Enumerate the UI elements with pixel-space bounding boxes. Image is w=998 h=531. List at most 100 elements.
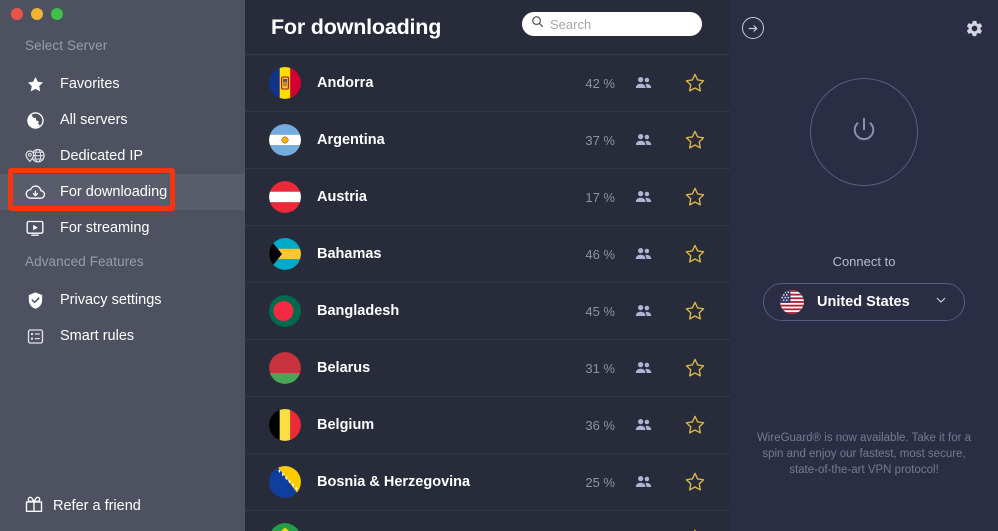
- server-list-panel: For downloading Search Andorra 42 % Arge…: [245, 0, 730, 531]
- server-name: Bangladesh: [317, 303, 400, 319]
- sidebar-item-label: Dedicated IP: [60, 148, 144, 164]
- country-select-dropdown[interactable]: United States: [763, 283, 965, 321]
- flag-belarus: [269, 352, 301, 384]
- server-load: 31 %: [585, 360, 615, 376]
- table-row[interactable]: Bangladesh 45 %: [245, 283, 730, 340]
- power-icon: [849, 115, 879, 150]
- arrow-right-circle-icon[interactable]: [742, 17, 764, 39]
- table-row[interactable]: [245, 511, 730, 531]
- favorite-star-icon[interactable]: [684, 300, 706, 322]
- sidebar-item-for-streaming[interactable]: For streaming: [0, 210, 245, 246]
- cloud-download-icon: [24, 181, 46, 203]
- connect-to-label: Connect to: [832, 254, 896, 269]
- users-icon: [635, 190, 652, 204]
- server-load: 45 %: [585, 303, 615, 319]
- rules-icon: [24, 325, 46, 347]
- server-name: Argentina: [317, 132, 385, 148]
- page-title: For downloading: [271, 14, 442, 39]
- server-load: 17 %: [585, 189, 615, 205]
- sidebar-item-favorites[interactable]: Favorites: [0, 66, 245, 102]
- sidebar-section-select-server: Select Server: [25, 38, 108, 53]
- maximize-button[interactable]: [51, 8, 63, 20]
- table-row[interactable]: Belarus 31 %: [245, 340, 730, 397]
- flag-austria: [269, 181, 301, 213]
- sidebar-item-all-servers[interactable]: All servers: [0, 102, 245, 138]
- globe-icon: [24, 109, 46, 131]
- chevron-down-icon: [934, 293, 948, 312]
- window-traffic-lights: [11, 8, 63, 20]
- sidebar: Select Server Favorites All servers Dedi…: [0, 0, 245, 531]
- refer-a-friend-label: Refer a friend: [53, 498, 141, 514]
- sidebar-item-label: For streaming: [60, 220, 150, 236]
- flag-andorra: [269, 67, 301, 99]
- sidebar-item-smart-rules[interactable]: Smart rules: [0, 318, 245, 354]
- close-button[interactable]: [11, 8, 23, 20]
- sidebar-item-for-downloading[interactable]: For downloading: [0, 174, 245, 210]
- favorite-star-icon[interactable]: [684, 357, 706, 379]
- power-button[interactable]: [810, 78, 918, 186]
- flag-bangladesh: [269, 295, 301, 327]
- favorite-star-icon[interactable]: [684, 129, 706, 151]
- dedicated-ip-icon: [24, 145, 46, 167]
- sidebar-item-privacy-settings[interactable]: Privacy settings: [0, 282, 245, 318]
- sidebar-item-label: Privacy settings: [60, 292, 162, 308]
- sidebar-nav-advanced: Privacy settings Smart rules: [0, 282, 245, 354]
- sidebar-nav-main: Favorites All servers Dedicated IP For d…: [0, 66, 245, 246]
- table-row[interactable]: Bahamas 46 %: [245, 226, 730, 283]
- flag-united-states: [780, 290, 804, 314]
- app-window: Select Server Favorites All servers Dedi…: [0, 0, 998, 531]
- gear-icon[interactable]: [962, 16, 986, 40]
- sidebar-item-label: For downloading: [60, 184, 168, 200]
- table-row[interactable]: Austria 17 %: [245, 169, 730, 226]
- promo-text: WireGuard® is now available. Take it for…: [756, 432, 972, 476]
- refer-a-friend-button[interactable]: Refer a friend: [0, 491, 141, 521]
- shield-check-icon: [24, 289, 46, 311]
- favorite-star-icon[interactable]: [684, 414, 706, 436]
- flag-argentina: [269, 124, 301, 156]
- server-load: 25 %: [585, 474, 615, 490]
- streaming-icon: [24, 217, 46, 239]
- favorite-star-icon[interactable]: [684, 243, 706, 265]
- users-icon: [635, 133, 652, 147]
- server-name: Bosnia & Herzegovina: [317, 474, 471, 490]
- server-list[interactable]: Andorra 42 % Argentina 37 % Austria 17 %…: [245, 55, 730, 531]
- search-icon: [531, 15, 544, 33]
- users-icon: [635, 304, 652, 318]
- server-name: Bahamas: [317, 246, 382, 262]
- sidebar-item-label: All servers: [60, 112, 128, 128]
- server-name: Andorra: [317, 75, 374, 91]
- sidebar-item-dedicated-ip[interactable]: Dedicated IP: [0, 138, 245, 174]
- connection-panel: Connect to United States WireGuard® is n…: [730, 0, 998, 531]
- table-row[interactable]: Belgium 36 %: [245, 397, 730, 454]
- favorite-star-icon[interactable]: [684, 72, 706, 94]
- server-name: Austria: [317, 189, 367, 205]
- flag-belgium: [269, 409, 301, 441]
- server-load: 37 %: [585, 132, 615, 148]
- star-icon: [24, 73, 46, 95]
- users-icon: [635, 475, 652, 489]
- favorite-star-icon[interactable]: [684, 471, 706, 493]
- table-row[interactable]: Andorra 42 %: [245, 55, 730, 112]
- table-row[interactable]: Argentina 37 %: [245, 112, 730, 169]
- selected-country-label: United States: [817, 294, 910, 310]
- search-input[interactable]: [550, 16, 695, 32]
- users-icon: [635, 76, 652, 90]
- minimize-button[interactable]: [31, 8, 43, 20]
- server-load: 42 %: [585, 75, 615, 91]
- favorite-star-icon[interactable]: [684, 186, 706, 208]
- server-name: Belgium: [317, 417, 375, 433]
- flag-bosnia: [269, 466, 301, 498]
- table-row[interactable]: Bosnia & Herzegovina 25 %: [245, 454, 730, 511]
- sidebar-item-label: Smart rules: [60, 328, 135, 344]
- users-icon: [635, 418, 652, 432]
- sidebar-item-label: Favorites: [60, 76, 120, 92]
- sidebar-section-advanced-features: Advanced Features: [25, 254, 144, 269]
- main-header: For downloading: [245, 0, 730, 55]
- search-box[interactable]: [522, 12, 702, 36]
- gift-icon: [24, 494, 44, 519]
- server-name: Belarus: [317, 360, 371, 376]
- flag-bahamas: [269, 238, 301, 270]
- flag-brazil: [269, 523, 301, 531]
- server-load: 46 %: [585, 246, 615, 262]
- users-icon: [635, 361, 652, 375]
